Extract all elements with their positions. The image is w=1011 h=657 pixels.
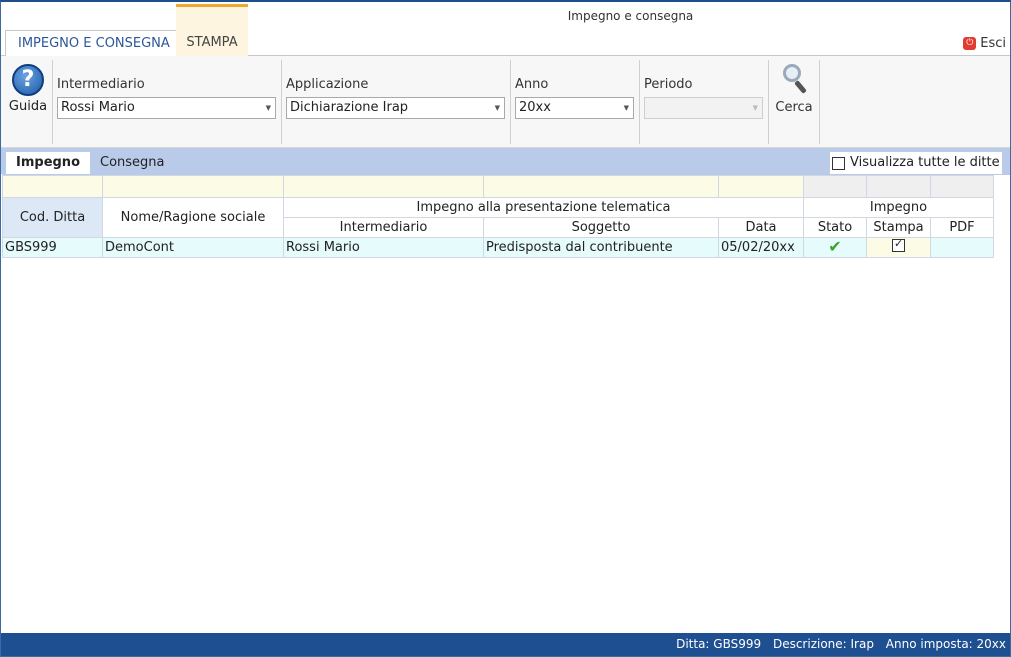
separator xyxy=(819,60,820,144)
header-stampa[interactable]: Stampa xyxy=(866,217,931,238)
intermediario-value: Rossi Mario xyxy=(61,100,135,115)
cell-data[interactable]: 05/02/20xx xyxy=(718,237,804,258)
filter-cell[interactable] xyxy=(102,175,284,198)
filter-cell xyxy=(803,175,867,198)
cell-cod[interactable]: GBS999 xyxy=(2,237,103,258)
header-cod-ditta[interactable]: Cod. Ditta xyxy=(2,197,103,238)
checkbox-checked-icon[interactable] xyxy=(892,237,905,252)
cell-nome[interactable]: DemoCont xyxy=(102,237,284,258)
separator xyxy=(768,60,769,144)
help-icon: ? xyxy=(12,64,44,96)
filter-row xyxy=(2,175,994,198)
header-intermediario[interactable]: Intermediario xyxy=(283,217,484,238)
filter-cell[interactable] xyxy=(718,175,804,198)
subtab-consegna[interactable]: Consegna xyxy=(90,152,175,174)
filter-cell[interactable] xyxy=(283,175,484,198)
anno-select[interactable]: 20xx ▼ xyxy=(515,97,634,119)
data-grid: Cod. Ditta Nome/Ragione sociale Impegno … xyxy=(2,174,1010,636)
cell-stampa[interactable] xyxy=(866,237,931,258)
separator xyxy=(281,60,282,144)
cell-stato[interactable]: ✔ xyxy=(803,237,867,258)
intermediario-label: Intermediario xyxy=(57,77,145,92)
exit-label: Esci xyxy=(980,36,1006,51)
title-bar: Impegno e consegna xyxy=(1,2,1010,30)
applicazione-label: Applicazione xyxy=(286,77,369,92)
anno-label: Anno xyxy=(515,77,549,92)
periodo-label: Periodo xyxy=(644,77,693,92)
status-anno: Anno imposta: 20xx xyxy=(885,637,1006,651)
guida-label: Guida xyxy=(8,99,48,114)
status-ditta: Ditta: GBS999 xyxy=(676,637,762,651)
periodo-select[interactable]: ▼ xyxy=(644,97,763,119)
window-title: Impegno e consegna xyxy=(567,9,694,23)
applicazione-value: Dichiarazione Irap xyxy=(290,100,409,115)
checkmark-icon: ✔ xyxy=(828,237,842,256)
separator xyxy=(52,60,53,144)
header-data[interactable]: Data xyxy=(718,217,804,238)
separator xyxy=(510,60,511,144)
header-nome[interactable]: Nome/Ragione sociale xyxy=(102,197,284,238)
tab-stampa-label: STAMPA xyxy=(186,35,238,50)
app-window: Impegno e consegna IMPEGNO E CONSEGNA ST… xyxy=(0,0,1011,657)
applicazione-select[interactable]: Dichiarazione Irap ▼ xyxy=(286,97,505,119)
header-stato[interactable]: Stato xyxy=(803,217,867,238)
filter-cell xyxy=(930,175,994,198)
power-icon: ⏻ xyxy=(963,37,977,50)
exit-button[interactable]: ⏻ Esci xyxy=(963,36,1006,51)
header-pdf[interactable]: PDF xyxy=(930,217,994,238)
anno-value: 20xx xyxy=(519,100,551,115)
search-icon xyxy=(779,64,809,98)
header-soggetto[interactable]: Soggetto xyxy=(483,217,719,238)
table-row[interactable]: GBS999 DemoCont Rossi Mario Predisposta … xyxy=(2,237,994,258)
subtab-bar: Impegno Consegna Visualizza tutte le dit… xyxy=(1,148,1010,174)
cerca-label: Cerca xyxy=(775,100,813,115)
chevron-down-icon: ▼ xyxy=(494,104,500,112)
status-bar: Ditta: GBS999 Descrizione: Irap Anno imp… xyxy=(1,633,1010,656)
checkbox-icon[interactable] xyxy=(832,156,845,170)
filter-cell[interactable] xyxy=(2,175,103,198)
show-all-checkbox[interactable]: Visualizza tutte le ditte xyxy=(830,152,1002,174)
ribbon-tabs: IMPEGNO E CONSEGNA STAMPA ⏻ Esci xyxy=(1,4,1010,57)
chevron-down-icon: ▼ xyxy=(265,104,271,112)
tab-stampa[interactable]: STAMPA xyxy=(176,4,248,56)
chevron-down-icon: ▼ xyxy=(623,104,629,112)
subtab-impegno[interactable]: Impegno xyxy=(6,152,90,174)
guida-button[interactable]: ? Guida xyxy=(7,64,49,114)
chevron-down-icon: ▼ xyxy=(752,104,758,112)
toolbar: ? Guida Intermediario Rossi Mario ▼ Appl… xyxy=(1,56,1010,148)
cerca-button[interactable]: Cerca xyxy=(773,64,815,115)
cell-pdf[interactable] xyxy=(930,237,994,258)
tab-impegno-e-consegna[interactable]: IMPEGNO E CONSEGNA xyxy=(5,30,183,57)
show-all-label: Visualizza tutte le ditte xyxy=(850,155,1000,170)
cell-soggetto[interactable]: Predisposta dal contribuente xyxy=(483,237,719,258)
status-descrizione: Descrizione: Irap xyxy=(772,637,874,651)
cell-intermediario[interactable]: Rossi Mario xyxy=(283,237,484,258)
separator xyxy=(639,60,640,144)
header-group-impegno-telematico: Impegno alla presentazione telematica xyxy=(283,197,804,218)
intermediario-select[interactable]: Rossi Mario ▼ xyxy=(57,97,276,119)
filter-cell xyxy=(866,175,931,198)
filter-cell[interactable] xyxy=(483,175,719,198)
impegno-table: Cod. Ditta Nome/Ragione sociale Impegno … xyxy=(2,175,994,258)
header-row-group: Cod. Ditta Nome/Ragione sociale Impegno … xyxy=(2,197,994,238)
header-group-impegno: Impegno xyxy=(803,197,994,218)
